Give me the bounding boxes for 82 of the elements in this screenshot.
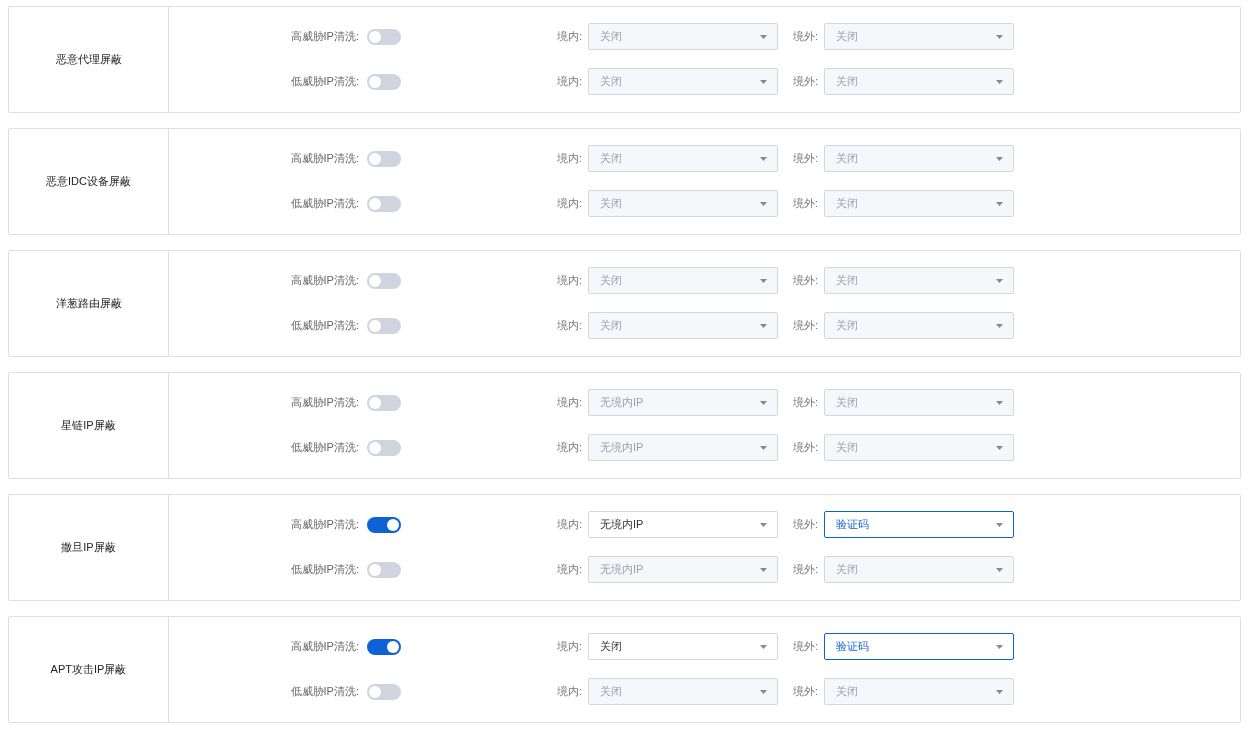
- select-label: 境内:: [557, 29, 584, 44]
- toggle-switch[interactable]: [367, 272, 401, 289]
- caret-icon: [760, 156, 767, 161]
- select-label: 境内:: [557, 196, 584, 211]
- caret-icon: [760, 644, 767, 649]
- select-label: 境内:: [557, 562, 584, 577]
- caret-icon: [760, 201, 767, 206]
- toggle-switch[interactable]: [367, 516, 401, 533]
- select-label: 境内:: [557, 273, 584, 288]
- caret-icon: [996, 522, 1003, 527]
- toggle-label: 高威胁IP清洗:: [289, 517, 359, 532]
- caret-icon: [996, 445, 1003, 450]
- select-label: 境内:: [557, 517, 584, 532]
- select-label: 境内:: [557, 684, 584, 699]
- select-label: 境内:: [557, 395, 584, 410]
- toggle-label: 高威胁IP清洗:: [289, 151, 359, 166]
- select-label: 境外:: [793, 562, 820, 577]
- toggle-switch[interactable]: [367, 150, 401, 167]
- caret-icon: [760, 567, 767, 572]
- toggle-label: 低威胁IP清洗:: [289, 684, 359, 699]
- caret-icon: [996, 644, 1003, 649]
- caret-icon: [760, 323, 767, 328]
- select-label: 境外:: [793, 440, 820, 455]
- toggle-label: 高威胁IP清洗:: [289, 639, 359, 654]
- select-label: 境内:: [557, 639, 584, 654]
- toggle-label: 低威胁IP清洗:: [289, 562, 359, 577]
- caret-icon: [996, 567, 1003, 572]
- caret-icon: [996, 323, 1003, 328]
- select-label: 境外:: [793, 684, 820, 699]
- toggle-switch[interactable]: [367, 439, 401, 456]
- select-label: 境外:: [793, 273, 820, 288]
- select-label: 境内:: [557, 74, 584, 89]
- toggle-switch[interactable]: [367, 28, 401, 45]
- caret-icon: [760, 278, 767, 283]
- dropdown-select[interactable]: 无境内IP: [588, 511, 778, 538]
- caret-icon: [760, 689, 767, 694]
- select-label: 境内:: [557, 151, 584, 166]
- select-label: 境外:: [793, 395, 820, 410]
- caret-icon: [760, 34, 767, 39]
- caret-icon: [760, 400, 767, 405]
- caret-icon: [996, 79, 1003, 84]
- dropdown-select[interactable]: 验证码: [824, 511, 1014, 538]
- toggle-label: 低威胁IP清洗:: [289, 440, 359, 455]
- select-label: 境外:: [793, 517, 820, 532]
- toggle-label: 高威胁IP清洗:: [289, 29, 359, 44]
- caret-icon: [996, 201, 1003, 206]
- caret-icon: [760, 445, 767, 450]
- toggle-label: 低威胁IP清洗:: [289, 196, 359, 211]
- dropdown-select[interactable]: 验证码: [824, 633, 1014, 660]
- caret-icon: [996, 689, 1003, 694]
- toggle-switch[interactable]: [367, 561, 401, 578]
- select-label: 境外:: [793, 74, 820, 89]
- toggle-switch[interactable]: [367, 73, 401, 90]
- toggle-label: 高威胁IP清洗:: [289, 273, 359, 288]
- select-label: 境外:: [793, 318, 820, 333]
- caret-icon: [996, 400, 1003, 405]
- section-title: 星链IP屏蔽: [9, 373, 169, 478]
- toggle-switch[interactable]: [367, 317, 401, 334]
- caret-icon: [996, 278, 1003, 283]
- select-label: 境外:: [793, 196, 820, 211]
- caret-icon: [760, 522, 767, 527]
- section-title: 洋葱路由屏蔽: [9, 251, 169, 356]
- toggle-label: 低威胁IP清洗:: [289, 318, 359, 333]
- section-title: 恶意代理屏蔽: [9, 7, 169, 112]
- section-title: 撒旦IP屏蔽: [9, 495, 169, 600]
- toggle-switch[interactable]: [367, 394, 401, 411]
- dropdown-select[interactable]: 关闭: [588, 633, 778, 660]
- toggle-label: 低威胁IP清洗:: [289, 74, 359, 89]
- toggle-switch[interactable]: [367, 195, 401, 212]
- caret-icon: [996, 34, 1003, 39]
- caret-icon: [760, 79, 767, 84]
- select-label: 境外:: [793, 639, 820, 654]
- toggle-label: 高威胁IP清洗:: [289, 395, 359, 410]
- toggle-switch[interactable]: [367, 638, 401, 655]
- select-label: 境内:: [557, 318, 584, 333]
- section-title: 恶意IDC设备屏蔽: [9, 129, 169, 234]
- section-title: APT攻击IP屏蔽: [9, 617, 169, 722]
- select-label: 境内:: [557, 440, 584, 455]
- caret-icon: [996, 156, 1003, 161]
- toggle-switch[interactable]: [367, 683, 401, 700]
- select-label: 境外:: [793, 151, 820, 166]
- select-label: 境外:: [793, 29, 820, 44]
